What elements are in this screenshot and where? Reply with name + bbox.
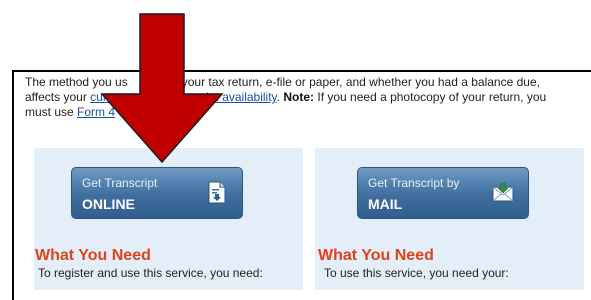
note-label: Note: xyxy=(283,90,315,104)
intro-text: . xyxy=(276,90,281,104)
intro-text: If you need a photocopy of your return, … xyxy=(314,90,547,104)
get-transcript-online-button[interactable]: Get Transcript ONLINE xyxy=(71,167,243,219)
what-you-need-heading: What You Need xyxy=(35,247,151,264)
button-top-label: Get Transcript by xyxy=(368,176,460,190)
intro-text: must use xyxy=(25,105,78,119)
get-transcript-mail-button[interactable]: Get Transcript by MAIL xyxy=(357,167,529,219)
button-main-label: ONLINE xyxy=(82,196,135,212)
intro-text: affects your xyxy=(25,90,91,104)
envelope-download-icon xyxy=(492,182,514,202)
button-main-label: MAIL xyxy=(368,196,403,212)
requirements-text: To use this service, you need your: xyxy=(324,266,509,280)
requirements-text: To register and use this service, you ne… xyxy=(38,266,263,280)
button-top-label: Get Transcript xyxy=(82,176,158,190)
what-you-need-heading: What You Need xyxy=(318,247,434,264)
red-arrow-annotation xyxy=(100,13,224,164)
document-download-icon xyxy=(208,181,226,204)
